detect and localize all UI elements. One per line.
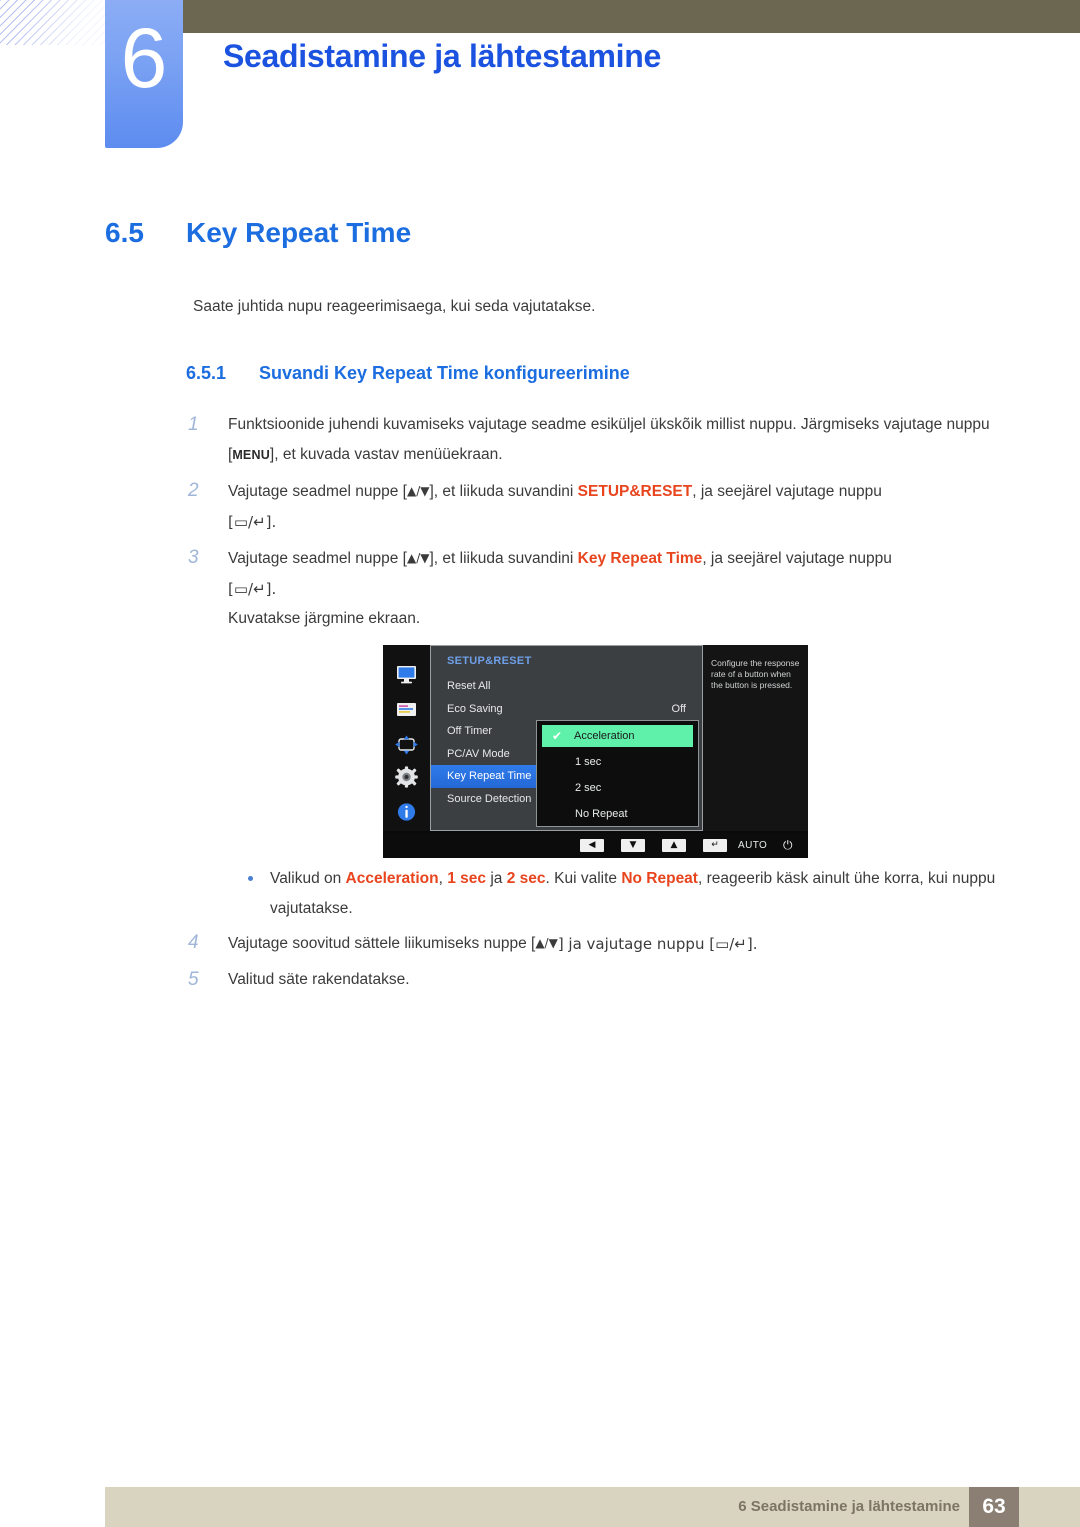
picture-icon[interactable] xyxy=(393,698,420,722)
note-text: Valikud on Acceleration, 1 sec ja 2 sec.… xyxy=(270,864,1018,924)
screen-adjust-icon[interactable] xyxy=(393,733,420,757)
highlighted-term: Acceleration xyxy=(345,870,439,887)
step-text: Valitud säte rakendatakse. xyxy=(228,971,410,988)
enter-button-icon[interactable]: ↵ xyxy=(703,839,727,852)
chapter-number: 6 xyxy=(120,11,168,105)
step-item: 2 Vajutage seadmel nuppe [▲/▼], et liiku… xyxy=(188,476,1018,537)
step-text: Vajutage seadmel nuppe [▲/▼], et liikuda… xyxy=(228,543,1018,634)
header-accent-bar xyxy=(182,0,1080,33)
decorative-hatch-fade xyxy=(0,0,108,45)
step-text-part: , ja seejärel vajutage nuppu xyxy=(692,483,882,500)
osd-button-bar: ◀ ▼ ▲ ↵ AUTO ⏻ xyxy=(383,833,808,858)
osd-submenu-option-label: No Repeat xyxy=(575,808,628,820)
highlighted-term: SETUP&RESET xyxy=(577,483,693,500)
osd-menu-item-reset-all[interactable]: Reset All xyxy=(431,675,702,698)
section-title: Key Repeat Time xyxy=(186,217,412,248)
step-item: 3 Vajutage seadmel nuppe [▲/▼], et liiku… xyxy=(188,543,1018,634)
section-intro-text: Saate juhtida nupu reageerimisaega, kui … xyxy=(193,298,596,315)
step-text-part: ], et liikuda suvandini xyxy=(429,483,578,500)
osd-menu-item-label: Source Detection xyxy=(447,792,532,805)
gear-icon[interactable] xyxy=(393,765,420,789)
auto-button-label[interactable]: AUTO xyxy=(738,839,767,852)
highlighted-term: Key Repeat Time xyxy=(577,550,703,567)
down-arrow-button-icon[interactable]: ▼ xyxy=(621,839,645,852)
chapter-number-badge: 6 xyxy=(105,0,183,148)
step-item: 5 Valitud säte rakendatakse. xyxy=(188,965,1018,995)
osd-menu-item-label: Reset All xyxy=(447,680,491,692)
osd-menu-item-value: Off xyxy=(671,702,686,715)
step-number: 5 xyxy=(188,969,199,990)
note-item: Valikud on Acceleration, 1 sec ja 2 sec.… xyxy=(188,864,1018,924)
step-number: 1 xyxy=(188,414,199,435)
osd-submenu-option-acceleration[interactable]: ✔ Acceleration xyxy=(542,725,693,747)
up-arrow-button-icon[interactable]: ▲ xyxy=(662,839,686,852)
step-text-part: Vajutage seadmel nuppe [ xyxy=(228,550,407,567)
enter-button-keys: [▭/↵]. xyxy=(228,580,277,598)
up-down-arrow-icon: ▲/▼ xyxy=(535,936,558,950)
step-number: 3 xyxy=(188,547,199,568)
step-text-part: , ja seejärel vajutage nuppu xyxy=(702,550,892,567)
highlighted-term: No Repeat xyxy=(621,870,698,887)
highlighted-term: 2 sec xyxy=(506,870,546,887)
subsection-title: Suvandi Key Repeat Time konfigureerimine xyxy=(259,363,630,383)
power-icon[interactable]: ⏻ xyxy=(783,838,793,852)
osd-help-panel: Configure the response rate of a button … xyxy=(703,645,808,831)
osd-submenu-option-no-repeat[interactable]: No Repeat xyxy=(543,803,692,825)
osd-menu-item-label: PC/AV Mode xyxy=(447,747,510,760)
step-number: 4 xyxy=(188,932,199,953)
osd-submenu-option-1-sec[interactable]: 1 sec xyxy=(543,751,692,773)
step-text-part: ], et liikuda suvandini xyxy=(429,550,578,567)
display-icon[interactable] xyxy=(393,663,420,687)
step-text: Funktsioonide juhendi kuvamiseks vajutag… xyxy=(228,410,1018,470)
step-text-part: Vajutage soovitud sättele liikumiseks nu… xyxy=(228,935,536,952)
step-item: 4 Vajutage soovitud sättele liikumiseks … xyxy=(188,928,1018,959)
step-item: 1 Funktsioonide juhendi kuvamiseks vajut… xyxy=(188,410,1018,470)
section-number: 6.5 xyxy=(105,217,144,248)
note-text-part: , xyxy=(438,870,448,887)
osd-submenu-option-2-sec[interactable]: 2 sec xyxy=(543,777,692,799)
up-down-arrow-icon: ▲/▼ xyxy=(406,484,430,498)
left-arrow-button-icon[interactable]: ◀ xyxy=(580,839,604,852)
osd-menu-item-label: Key Repeat Time xyxy=(447,770,532,782)
instruction-steps-list: 1 Funktsioonide juhendi kuvamiseks vajut… xyxy=(188,410,1018,640)
menu-button-key: MENU xyxy=(232,448,270,462)
subsection-number: 6.5.1 xyxy=(186,363,227,383)
osd-icon-sidebar xyxy=(383,645,430,831)
note-text-part: . Kui valite xyxy=(545,870,622,887)
osd-body: SETUP&RESET Reset All Eco Saving Off Off… xyxy=(383,645,808,831)
note-text-part: Valikud on xyxy=(270,870,346,887)
note-text-part: ja xyxy=(486,870,507,887)
page-number: 63 xyxy=(969,1487,1019,1527)
info-icon[interactable] xyxy=(393,800,420,824)
step-number: 2 xyxy=(188,480,199,501)
step-text: Vajutage soovitud sättele liikumiseks nu… xyxy=(228,928,1018,959)
step-followup-text: Kuvatakse järgmine ekraan. xyxy=(228,610,421,627)
osd-help-text: Configure the response rate of a button … xyxy=(711,658,800,690)
osd-submenu-dropdown: ✔ Acceleration 1 sec 2 sec No Repeat xyxy=(536,720,699,827)
osd-menu-item-label: Off Timer xyxy=(447,725,493,737)
bullet-icon xyxy=(248,876,253,881)
osd-submenu-option-label: Acceleration xyxy=(574,730,635,742)
osd-submenu-option-label: 2 sec xyxy=(575,782,602,794)
chapter-title: Seadistamine ja lähtestamine xyxy=(223,38,662,74)
enter-button-keys: [▭/↵]. xyxy=(228,513,277,531)
footer-chapter-label: 6 Seadistamine ja lähtestamine xyxy=(738,1498,960,1515)
osd-submenu-option-label: 1 sec xyxy=(575,756,602,768)
step-text-part: Vajutage seadmel nuppe [ xyxy=(228,483,407,500)
instruction-steps-continued: Valikud on Acceleration, 1 sec ja 2 sec.… xyxy=(188,862,1018,1001)
highlighted-term: 1 sec xyxy=(447,870,487,887)
osd-menu-screenshot: SETUP&RESET Reset All Eco Saving Off Off… xyxy=(383,645,808,858)
osd-menu-item-label: Eco Saving xyxy=(447,702,503,715)
osd-menu-item-eco-saving[interactable]: Eco Saving Off xyxy=(431,698,702,721)
up-down-arrow-icon: ▲/▼ xyxy=(406,551,430,565)
step-text: Vajutage seadmel nuppe [▲/▼], et liikuda… xyxy=(228,476,1018,537)
step-text-part: ], et kuvada vastav menüüekraan. xyxy=(269,446,503,463)
check-icon: ✔ xyxy=(552,729,563,743)
osd-panel-heading: SETUP&RESET xyxy=(447,655,532,667)
step-text-part: ] ja vajutage nuppu [▭/↵]. xyxy=(557,935,758,953)
